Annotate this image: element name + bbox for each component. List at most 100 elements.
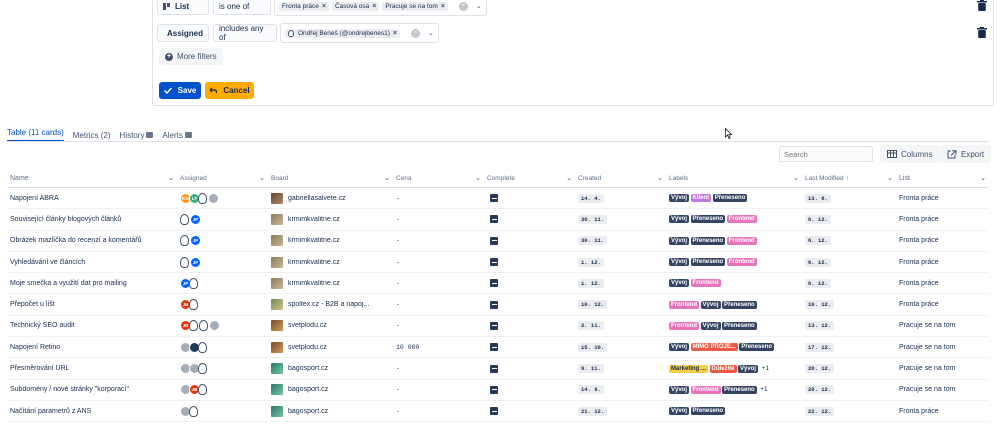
column-header-cena[interactable]: Cena ⌄ — [393, 169, 484, 187]
remove-chip-icon[interactable]: × — [441, 3, 445, 10]
chevron-down-icon[interactable]: ⌄ — [168, 174, 174, 182]
avatar[interactable] — [189, 405, 198, 417]
table-row[interactable]: Subdomény / nové stránky "korporací" JB ba… — [7, 380, 989, 401]
filter-values-assigned[interactable]: Ondřej Beneš (@ondrejbenes1) × × ⌄ — [280, 23, 439, 43]
avatar[interactable] — [199, 320, 208, 332]
board-name[interactable]: bagosport.cz — [288, 408, 328, 415]
avatar[interactable] — [198, 384, 207, 396]
avatar[interactable] — [209, 320, 220, 332]
column-header-assigned[interactable]: Assigned ⌄ — [177, 169, 268, 187]
avatar[interactable]: JP — [190, 256, 201, 268]
card-name[interactable]: Související články blogových článků — [7, 209, 177, 229]
incomplete-checkbox-icon[interactable] — [490, 215, 498, 224]
board-name[interactable]: krmimkvalitne.cz — [288, 216, 340, 223]
table-row[interactable]: Napojení ABRA KW LF gabriellasalvete.cz - 14.… — [7, 188, 989, 210]
tab-table[interactable]: Table (11 cards) — [7, 128, 64, 142]
avatar[interactable] — [189, 299, 198, 311]
avatar[interactable] — [180, 235, 189, 247]
export-button[interactable]: Export — [940, 145, 992, 163]
cancel-button[interactable]: Cancel — [205, 82, 254, 99]
table-row[interactable]: Přesměrování URL bagosport.cz - 9. 11. Marke… — [7, 358, 989, 380]
incomplete-checkbox-icon[interactable] — [490, 321, 498, 330]
table-row[interactable]: Načítání parametrů z ANS bagosport.cz - 21.… — [7, 401, 989, 423]
chevron-down-icon[interactable]: ⌄ — [566, 174, 572, 182]
card-name[interactable]: Přepočet u líšt — [7, 294, 177, 314]
board-name[interactable]: krmimkvalitne.cz — [288, 237, 340, 244]
incomplete-checkbox-icon[interactable] — [490, 385, 498, 394]
incomplete-checkbox-icon[interactable] — [490, 258, 498, 267]
filter-values-list[interactable]: Fronta práce × Časová osa × Pracuje se na … — [274, 0, 487, 16]
filter-operator-assigned[interactable]: includes any of — [213, 24, 277, 42]
chevron-down-icon[interactable]: ⌄ — [475, 174, 481, 182]
remove-chip-icon[interactable]: × — [393, 30, 397, 37]
chevron-down-icon[interactable]: ⌄ — [476, 2, 482, 10]
column-header-created[interactable]: Created ⌄ — [575, 169, 666, 187]
avatar[interactable]: JP — [190, 213, 201, 225]
table-row[interactable]: Technický SEO audit JB svetplodu.cz - 2. 11.… — [7, 316, 989, 338]
incomplete-checkbox-icon[interactable] — [490, 343, 498, 352]
avatar[interactable] — [198, 192, 207, 204]
chevron-down-icon[interactable]: ⌄ — [980, 174, 986, 182]
card-name[interactable]: Přesměrování URL — [7, 358, 177, 378]
table-row[interactable]: Moje smečka a využití dat pro mailing JP k… — [7, 273, 989, 295]
table-row[interactable]: Přepočet u líšt JB spoltex.cz - B2B a napo… — [7, 294, 989, 316]
avatar[interactable] — [198, 341, 207, 353]
column-header-name[interactable]: Name ⌄ — [7, 169, 177, 187]
board-name[interactable]: spoltex.cz - B2B a napoj... — [288, 301, 369, 308]
board-name[interactable]: svetplodu.cz — [288, 344, 327, 351]
card-name[interactable]: Technický SEO audit — [7, 316, 177, 336]
column-header-board[interactable]: Board ⌄ — [268, 169, 393, 187]
card-name[interactable]: Subdomény / nové stránky "korporací" — [7, 380, 177, 400]
card-name[interactable]: Napojení Retino — [7, 337, 177, 357]
search-input[interactable] — [779, 146, 873, 162]
filter-field-assigned[interactable]: Assigned — [157, 24, 209, 42]
column-header-lastmod[interactable]: Last Modified ↑ ⌄ — [802, 169, 896, 187]
card-name[interactable]: Moje smečka a využití dat pro mailing — [7, 273, 177, 293]
avatar[interactable] — [189, 320, 198, 332]
column-header-list[interactable]: List ⌄ — [896, 169, 989, 187]
avatar[interactable] — [189, 277, 198, 289]
board-name[interactable]: gabriellasalvete.cz — [288, 195, 346, 202]
table-row[interactable]: Napojení Retino svetplodu.cz 10 000 15. 10.… — [7, 337, 989, 359]
table-row[interactable]: Související články blogových článků JP krm… — [7, 209, 989, 231]
chevron-down-icon[interactable]: ⌄ — [657, 174, 663, 182]
column-header-labels[interactable]: Labels ⌄ — [666, 169, 802, 187]
board-name[interactable]: bagosport.cz — [288, 365, 328, 372]
incomplete-checkbox-icon[interactable] — [490, 407, 498, 416]
card-name[interactable]: Načítání parametrů z ANS — [7, 401, 177, 421]
remove-chip-icon[interactable]: × — [322, 3, 326, 10]
card-name[interactable]: Vyhledávání ve článcích — [7, 252, 177, 272]
clear-values-icon[interactable]: × — [410, 28, 420, 38]
avatar[interactable] — [198, 363, 207, 375]
chevron-down-icon[interactable]: ⌄ — [384, 174, 390, 182]
more-filters-button[interactable]: + More filters — [159, 48, 223, 65]
columns-button[interactable]: Columns — [880, 145, 940, 163]
incomplete-checkbox-icon[interactable] — [490, 236, 498, 245]
filter-operator-list[interactable]: is one of — [213, 0, 271, 15]
column-header-complete[interactable]: Complete ⌄ — [484, 169, 575, 187]
table-row[interactable]: Vyhledávání ve článcích JP krmimkvalitne.c… — [7, 252, 989, 274]
board-name[interactable]: krmimkvalitne.cz — [288, 259, 340, 266]
avatar[interactable] — [180, 256, 189, 268]
board-name[interactable]: krmimkvalitne.cz — [288, 280, 340, 287]
tab-metrics[interactable]: Metrics (2) — [73, 128, 111, 142]
trash-icon[interactable] — [977, 27, 987, 38]
tab-history[interactable]: History — [120, 128, 154, 142]
avatar[interactable] — [208, 192, 219, 204]
trash-icon[interactable] — [977, 0, 987, 11]
board-name[interactable]: bagosport.cz — [288, 386, 328, 393]
chevron-down-icon[interactable]: ⌄ — [428, 29, 434, 37]
chevron-down-icon[interactable]: ⌄ — [259, 174, 265, 182]
avatar[interactable] — [180, 213, 189, 225]
incomplete-checkbox-icon[interactable] — [490, 194, 498, 203]
incomplete-checkbox-icon[interactable] — [490, 364, 498, 373]
tab-alerts[interactable]: Alerts — [162, 128, 192, 142]
card-name[interactable]: Obrázek mazlíčka do recenzí a komentářů — [7, 231, 177, 251]
clear-values-icon[interactable]: × — [458, 1, 468, 11]
table-row[interactable]: Obrázek mazlíčka do recenzí a komentářů J… — [7, 231, 989, 252]
board-name[interactable]: svetplodu.cz — [288, 322, 327, 329]
incomplete-checkbox-icon[interactable] — [490, 300, 498, 309]
card-name[interactable]: Napojení ABRA — [7, 188, 177, 208]
avatar[interactable]: JP — [190, 235, 201, 247]
incomplete-checkbox-icon[interactable] — [490, 279, 498, 288]
